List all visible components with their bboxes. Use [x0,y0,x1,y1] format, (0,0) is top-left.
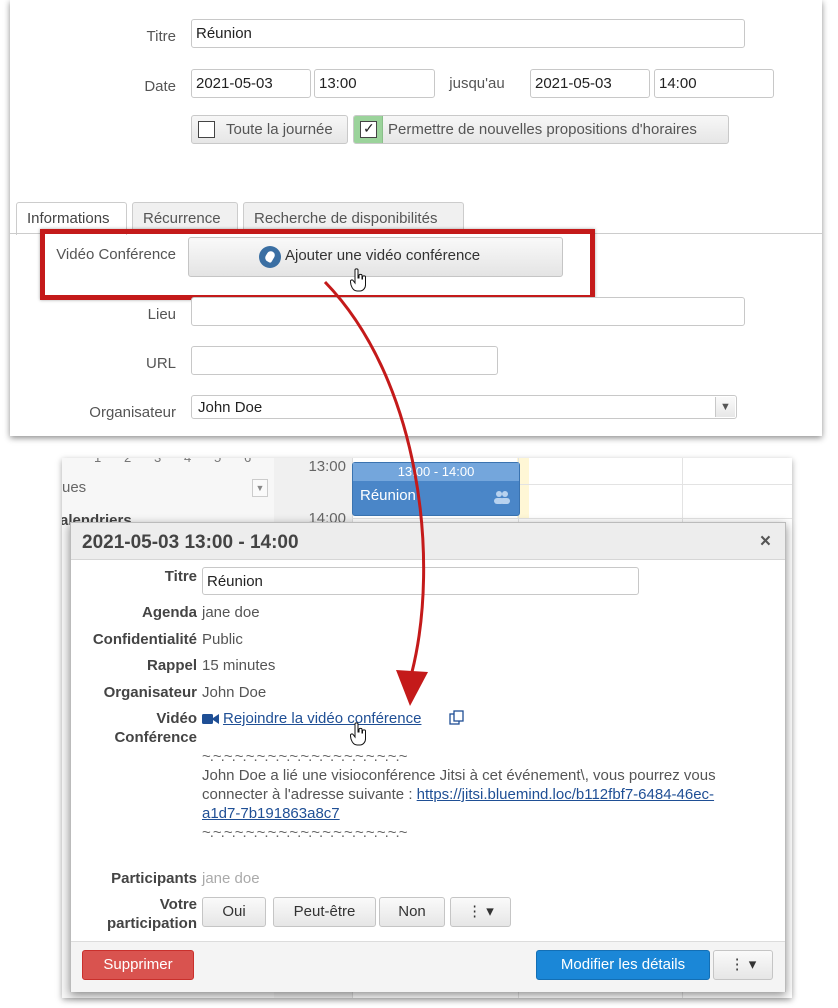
mini-day[interactable]: 1 [94,458,101,465]
end-time-input[interactable]: 14:00 [654,69,774,98]
url-label: URL [145,355,176,372]
sidebar-item-views[interactable]: ues [62,479,86,496]
location-input[interactable] [191,297,745,326]
mini-calendar-row: 1 2 3 4 5 6 [62,458,270,465]
url-input[interactable] [191,346,498,375]
mini-day[interactable]: 5 [214,458,221,465]
join-video-conference-link[interactable]: Rejoindre la vidéo conférence [223,710,421,727]
accept-button[interactable]: Oui [202,897,266,927]
popup-header: 2021-05-03 13:00 - 14:00 × [71,523,785,560]
participation-label-line1: Votre [159,896,197,913]
close-icon[interactable]: × [760,531,771,553]
title-label: Titre [164,568,197,585]
video-label-line1: Vidéo [156,710,197,727]
time-label: 13:00 [308,458,346,475]
mini-day[interactable]: 2 [124,458,131,465]
mini-day[interactable]: 4 [184,458,191,465]
copy-icon[interactable] [449,710,464,729]
tentative-button[interactable]: Peut-être [273,897,376,927]
jitsi-url-link-continued[interactable]: a1d7-7b191863a8c7 [202,805,340,822]
decline-button[interactable]: Non [379,897,445,927]
description-line1: John Doe a lié une visioconférence Jitsi… [202,767,716,784]
popup-footer: Supprimer Modifier les détails ⋮ ▾ [71,941,785,992]
popup-title: 2021-05-03 13:00 - 14:00 [82,532,299,553]
grid-line [352,518,792,519]
title-input[interactable]: Réunion [191,19,745,48]
event-details-popup: 2021-05-03 13:00 - 14:00 × Titre Réunion… [70,522,786,992]
video-label-line2: Conférence [114,729,197,746]
participants-icon [493,490,510,504]
organizer-label: Organisateur [103,684,197,701]
title-label: Titre [146,28,176,45]
description-line2: connecter à l'adresse suivante : [202,786,417,803]
participation-label-line2: participation [106,915,197,932]
edit-more-options-button[interactable]: ⋮ ▾ [713,950,773,980]
jitsi-url-link[interactable]: https://jitsi.bluemind.loc/b112fbf7-6484… [417,786,714,803]
checkbox-checked-icon[interactable]: ✓ [360,120,377,138]
edit-details-button[interactable]: Modifier les détails [536,950,710,980]
highlight-box [40,229,595,300]
until-label: jusqu'au [449,75,505,92]
organizer-label: Organisateur [89,404,176,421]
popup-title-input[interactable]: Réunion [202,567,639,595]
checkbox-unchecked-icon[interactable] [198,121,215,138]
agenda-value: jane doe [202,604,260,621]
start-time-input[interactable]: 13:00 [314,69,435,98]
more-options-button[interactable]: ⋮ ▾ [450,897,511,927]
agenda-label: Agenda [141,604,197,621]
privacy-value: Public [202,631,243,648]
organizer-value: John Doe [202,684,267,701]
reminder-label: Rappel [146,657,197,674]
mini-day[interactable]: 6 [244,458,251,465]
participants-label: Participants [111,870,197,887]
all-day-toggle[interactable]: Toute la journée [191,115,348,144]
allow-proposals-toggle[interactable]: ✓ Permettre de nouvelles propositions d'… [353,115,729,144]
all-day-label: Toute la journée [226,121,333,138]
location-label: Lieu [147,306,176,323]
separator-line: ~.~.~.~.~.~.~.~.~.~.~.~.~.~.~.~.~.~.~ [202,824,407,841]
calendar-event[interactable]: 13:00 - 14:00 Réunion [352,462,520,516]
event-form-panel: Titre Réunion Date 2021-05-03 13:00 jusq… [10,0,822,436]
separator-line: ~.~.~.~.~.~.~.~.~.~.~.~.~.~.~.~.~.~.~ [202,748,407,765]
start-date-input[interactable]: 2021-05-03 [191,69,311,98]
privacy-label: Confidentialité [92,631,197,648]
chevron-down-icon[interactable]: ▼ [252,479,268,497]
chevron-down-icon[interactable]: ▼ [715,397,735,417]
organizer-value: John Doe [198,399,263,416]
event-time: 13:00 - 14:00 [353,463,519,481]
date-label: Date [144,78,176,95]
delete-button[interactable]: Supprimer [82,950,194,980]
mini-day[interactable]: 3 [154,458,161,465]
video-camera-icon [202,712,219,729]
organizer-select[interactable]: John Doe ▼ [191,395,737,419]
end-date-input[interactable]: 2021-05-03 [530,69,650,98]
reminder-value: 15 minutes [202,657,276,674]
event-title: Réunion [360,487,416,504]
participants-value: jane doe [202,870,260,887]
allow-proposals-label: Permettre de nouvelles propositions d'ho… [388,121,697,138]
